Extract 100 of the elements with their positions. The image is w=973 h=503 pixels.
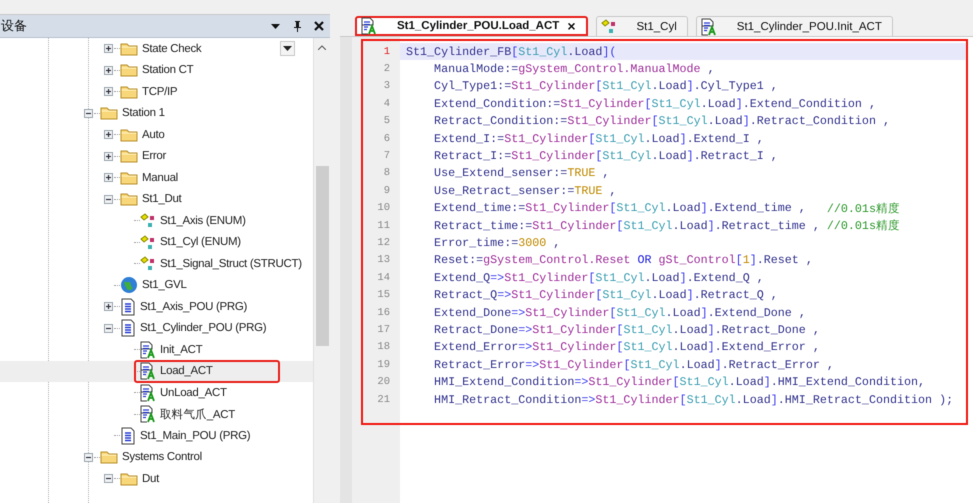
- collapse-toggle[interactable]: [84, 108, 92, 118]
- line-number: 14: [376, 272, 391, 284]
- line-number: 1: [382, 46, 391, 58]
- expand-toggle[interactable]: [104, 44, 112, 54]
- item-label: Dut: [142, 472, 159, 485]
- collapse-toggle[interactable]: [104, 474, 112, 484]
- line-number: 9: [382, 184, 391, 197]
- item-label: St1_Cyl (ENUM): [160, 236, 241, 248]
- code-line: Retract_Error=>St1_Cylinder[St1_Cyl.Load].Retract_Error ,: [433, 356, 835, 374]
- expand-toggle[interactable]: [104, 173, 112, 182]
- expand-toggle[interactable]: [104, 152, 112, 161]
- folder-icon: [120, 128, 138, 142]
- code-line: HMI_Extend_Condition=>St1_Cylinder[St1_Cyl.Load].HMI_Extend_Condition,: [433, 374, 926, 391]
- tree-item[interactable]: State Check: [0, 38, 313, 60]
- action-document-icon: [140, 405, 156, 424]
- code-line: Reset:=gSystem_Control.Reset OR gSt_Control[1].Reset ,: [433, 252, 814, 270]
- line-number: 6: [382, 132, 391, 145]
- dut-icon: [140, 234, 156, 250]
- item-label: Auto: [142, 128, 164, 141]
- code-line: Extend_I:=St1_Cylinder[St1_Cyl.Load].Extend_I ,: [433, 130, 765, 148]
- tree-item[interactable]: TCP/IP: [0, 81, 313, 102]
- tree-item[interactable]: 取料气爪_ACT: [0, 404, 313, 425]
- expand-toggle[interactable]: [104, 66, 112, 75]
- tree-item[interactable]: St1_Dut: [0, 188, 313, 210]
- expand-toggle[interactable]: [104, 302, 112, 312]
- item-label: Init_ACT: [160, 344, 202, 356]
- tree-item[interactable]: St1_Cyl (ENUM): [0, 232, 313, 253]
- code-line: Use_Retract_senser:=TRUE ,: [433, 182, 618, 200]
- pin-icon: [292, 20, 302, 32]
- code-line: Extend_time:=St1_Cylinder[St1_Cyl.Load].Extend_time , //0.01s精度: [433, 200, 901, 217]
- expand-toggle[interactable]: [104, 130, 112, 140]
- folder-icon: [120, 170, 138, 185]
- action-document-icon: [140, 384, 156, 402]
- folder-icon: [120, 63, 138, 78]
- tree-item[interactable]: St1_Axis_POU (PRG): [0, 296, 313, 318]
- line-number: 16: [376, 306, 391, 319]
- line-number: 8: [382, 167, 391, 180]
- editor-tab[interactable]: St1_Cyl: [596, 16, 688, 36]
- collapse-toggle[interactable]: [104, 324, 112, 333]
- item-label: St1_Axis (ENUM): [160, 214, 246, 227]
- item-label: St1_Dut: [142, 193, 182, 206]
- tree-item[interactable]: Systems Control: [0, 446, 313, 468]
- tree-item[interactable]: UnLoad_ACT: [0, 382, 313, 404]
- tree-item[interactable]: Load_ACT: [0, 360, 313, 382]
- code-line: Extend_Done=>St1_Cylinder[St1_Cyl.Load].Extend_Done ,: [433, 304, 807, 322]
- folder-icon: [120, 42, 138, 56]
- tree-item[interactable]: Auto: [0, 124, 313, 146]
- line-number: 5: [382, 115, 391, 128]
- item-label: St1_Signal_Struct (STRUCT): [160, 258, 302, 270]
- item-label: 取料气爪_ACT: [160, 408, 235, 422]
- item-label: Systems Control: [122, 451, 202, 464]
- line-number: 18: [376, 341, 391, 354]
- dut-icon: [140, 213, 156, 228]
- line-number: 19: [376, 358, 391, 371]
- folder-icon: [120, 192, 138, 206]
- line-number: 21: [376, 394, 391, 406]
- action-document-icon: [700, 18, 717, 36]
- code-line: Retract_Condition:=St1_Cylinder[St1_Cyl.Load].Retract_Condition ,: [433, 113, 891, 130]
- tree-item[interactable]: Error: [0, 146, 313, 167]
- item-label: Manual: [142, 172, 178, 184]
- scroll-up-icon[interactable]: [318, 45, 326, 50]
- line-number: 20: [376, 376, 391, 388]
- code-line: Cyl_Type1:=St1_Cylinder[St1_Cyl.Load].Cyl_Type1 ,: [433, 78, 779, 96]
- panel-title: 设备: [0, 17, 28, 35]
- document-icon: [120, 298, 136, 316]
- document-icon: [120, 319, 136, 338]
- line-number: 10: [376, 202, 391, 214]
- code-line: Retract_Q=>St1_Cylinder[St1_Cyl.Load].Retract_Q ,: [433, 287, 779, 304]
- line-number: 13: [376, 254, 391, 266]
- tree-item[interactable]: Station CT: [0, 60, 313, 81]
- code-line: HMI_Retract_Condition=>St1_Cylinder[St1_Cyl.Load].HMI_Retract_Condition );: [433, 392, 954, 408]
- tree-item[interactable]: St1_Cylinder_POU (PRG): [0, 318, 313, 339]
- tree-item[interactable]: St1_Axis (ENUM): [0, 210, 313, 232]
- editor-tab[interactable]: St1_Cylinder_POU.Init_ACT: [696, 16, 893, 36]
- folder-icon: [120, 472, 138, 486]
- line-number: 15: [376, 289, 391, 302]
- tree-item[interactable]: St1_Main_POU (PRG): [0, 425, 313, 446]
- tree-item[interactable]: Dut: [0, 468, 313, 490]
- code-line: Error_time:=3000 ,: [433, 234, 562, 252]
- tree-item[interactable]: St1_GVL: [0, 274, 313, 296]
- folder-icon: [100, 450, 118, 464]
- line-number: 12: [376, 236, 391, 249]
- item-label: State Check: [142, 42, 202, 55]
- tree-item[interactable]: Manual: [0, 167, 313, 188]
- dut-icon: [600, 19, 617, 34]
- editor-tab[interactable]: St1_Cylinder_POU.Load_ACT ×: [355, 16, 588, 36]
- tree-item[interactable]: St1_Signal_Struct (STRUCT): [0, 253, 313, 274]
- tree-item[interactable]: Init_ACT: [0, 339, 313, 360]
- expand-toggle[interactable]: [104, 87, 112, 96]
- caret-icon: [270, 24, 280, 28]
- line-number: 17: [376, 324, 391, 336]
- collapse-toggle[interactable]: [104, 194, 112, 204]
- tree-item[interactable]: Station 1: [0, 102, 313, 124]
- code-line: ManualMode:=gSystem_Control.ManualMode ,: [433, 61, 716, 78]
- dropdown-button[interactable]: [280, 41, 295, 56]
- action-document-icon: [140, 340, 156, 359]
- collapse-toggle[interactable]: [84, 452, 92, 462]
- close-tab-button[interactable]: ×: [567, 18, 576, 34]
- scrollbar-thumb[interactable]: [316, 166, 329, 346]
- globe-icon: [120, 276, 138, 294]
